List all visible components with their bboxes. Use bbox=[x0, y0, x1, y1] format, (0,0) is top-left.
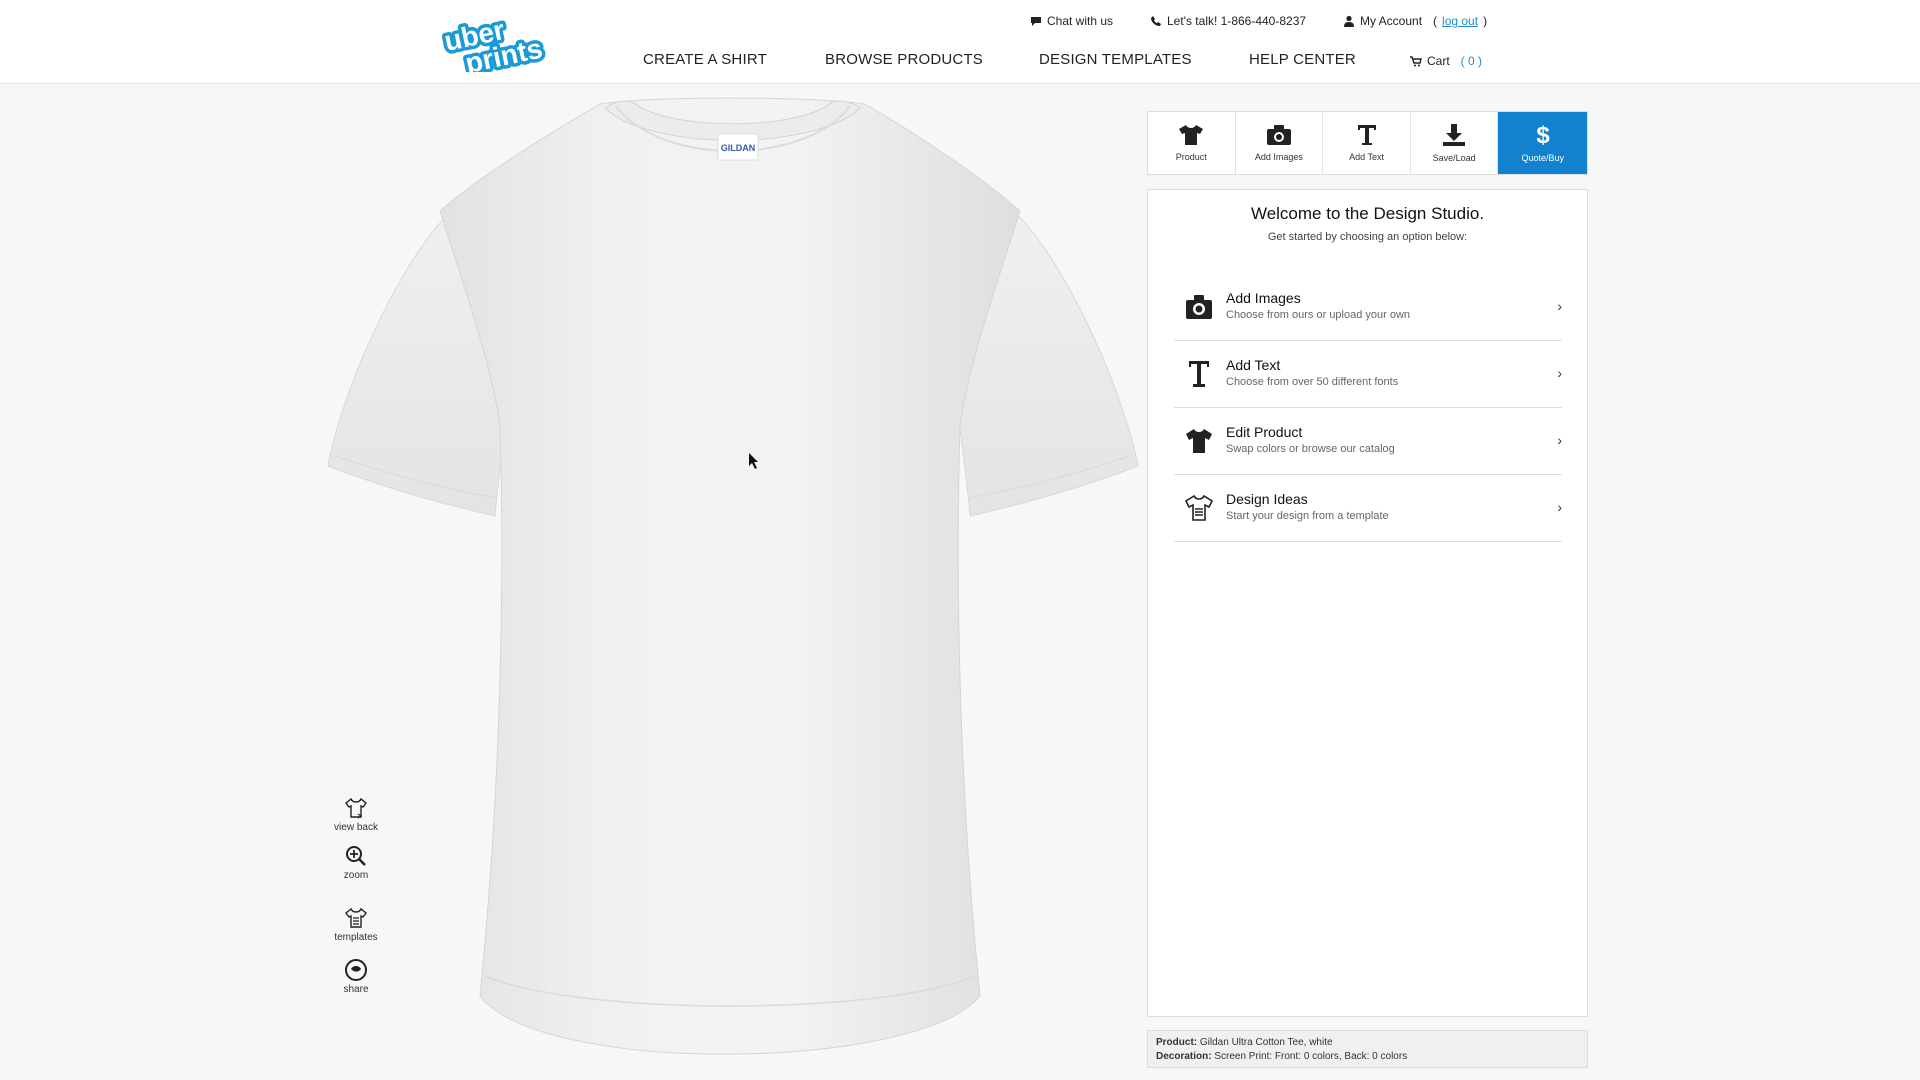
toolbar-product-label: Product bbox=[1175, 152, 1207, 162]
phone-label: Let's talk! 1-866-440-8237 bbox=[1167, 14, 1307, 28]
cart-label: Cart bbox=[1427, 54, 1450, 68]
share-label: share bbox=[343, 984, 369, 995]
cart-icon bbox=[1410, 55, 1422, 66]
cart-count: ( 0 ) bbox=[1460, 54, 1483, 68]
design-toolbar: Product Add Images Add Text Save/Load $ … bbox=[1147, 111, 1588, 175]
toolbar-quote-buy-label: Quote/Buy bbox=[1521, 153, 1564, 163]
toolbar-save-load-label: Save/Load bbox=[1432, 153, 1476, 163]
toolbar-save-load-button[interactable]: Save/Load bbox=[1411, 112, 1499, 174]
templates-label: templates bbox=[334, 932, 378, 943]
logout-open-paren: ( bbox=[1433, 14, 1438, 28]
option-edit-product[interactable]: Edit Product Swap colors or browse our c… bbox=[1174, 408, 1562, 475]
toolbar-add-images-button[interactable]: Add Images bbox=[1236, 112, 1324, 174]
zoom-label: zoom bbox=[343, 870, 369, 881]
option-title: Edit Product bbox=[1226, 424, 1303, 440]
my-account-label: My Account bbox=[1360, 14, 1423, 28]
nav-design-templates[interactable]: DESIGN TEMPLATES bbox=[1039, 51, 1192, 68]
tshirt-preview[interactable]: GILDAN bbox=[320, 96, 1140, 1076]
options-list: Add Images Choose from ours or upload yo… bbox=[1174, 274, 1562, 542]
chat-link[interactable]: Chat with us bbox=[1030, 14, 1113, 28]
nav-create-a-shirt[interactable]: CREATE A SHIRT bbox=[643, 51, 767, 68]
shirt-body bbox=[439, 97, 1021, 1055]
text-icon bbox=[1184, 359, 1214, 389]
toolbar-add-text-label: Add Text bbox=[1349, 152, 1384, 162]
option-title: Add Text bbox=[1226, 357, 1281, 373]
product-info-box: Product: Gildan Ultra Cotton Tee, white … bbox=[1147, 1030, 1588, 1068]
option-description: Start your design from a template bbox=[1226, 510, 1389, 522]
camera-icon bbox=[1266, 125, 1291, 145]
zoom-button[interactable]: zoom bbox=[326, 844, 386, 881]
option-description: Choose from over 50 different fonts bbox=[1226, 376, 1399, 388]
zoom-icon bbox=[346, 846, 366, 866]
share-icon bbox=[345, 959, 367, 981]
tshirt-icon bbox=[1179, 125, 1204, 145]
decoration-value: Screen Print: Front: 0 colors, Back: 0 c… bbox=[1214, 1051, 1408, 1062]
decoration-label: Decoration: bbox=[1156, 1051, 1212, 1062]
option-design-ideas[interactable]: Design Ideas Start your design from a te… bbox=[1174, 475, 1562, 542]
product-value: Gildan Ultra Cotton Tee, white bbox=[1199, 1037, 1333, 1048]
templates-button[interactable]: templates bbox=[326, 906, 386, 943]
toolbar-product-button[interactable]: Product bbox=[1148, 112, 1236, 174]
option-title: Design Ideas bbox=[1226, 491, 1308, 507]
option-description: Choose from ours or upload your own bbox=[1226, 309, 1411, 321]
share-button[interactable]: share bbox=[326, 958, 386, 995]
my-account-link[interactable]: My Account ( log out) bbox=[1343, 14, 1487, 28]
view-back-label: view back bbox=[334, 822, 378, 833]
tshirt-icon bbox=[1184, 426, 1214, 456]
uberprints-logo[interactable]: uber uber prints prints bbox=[440, 12, 558, 72]
logout-link[interactable]: log out bbox=[1442, 14, 1478, 28]
shirt-back-icon bbox=[345, 797, 367, 819]
nav-help-center[interactable]: HELP CENTER bbox=[1249, 51, 1356, 68]
text-icon bbox=[1357, 125, 1376, 145]
svg-text:$: $ bbox=[1536, 123, 1550, 147]
chat-bubble-icon bbox=[1031, 17, 1041, 26]
nav-browse-products[interactable]: BROWSE PRODUCTS bbox=[825, 51, 983, 68]
site-header: uber uber prints prints Chat with us Let… bbox=[0, 0, 1920, 84]
logout-close-paren: ) bbox=[1483, 14, 1488, 28]
product-label: Product: bbox=[1156, 1037, 1198, 1048]
option-add-images[interactable]: Add Images Choose from ours or upload yo… bbox=[1174, 274, 1562, 341]
templates-icon bbox=[1184, 493, 1214, 523]
option-title: Add Images bbox=[1226, 290, 1301, 306]
camera-icon bbox=[1184, 292, 1214, 322]
product-line: Product: Gildan Ultra Cotton Tee, white bbox=[1156, 1036, 1579, 1050]
view-back-button[interactable]: view back bbox=[326, 796, 386, 833]
chat-label: Chat with us bbox=[1047, 14, 1114, 28]
user-icon bbox=[1344, 15, 1354, 27]
templates-icon bbox=[345, 907, 367, 928]
chevron-right-icon: › bbox=[1557, 365, 1562, 381]
panel-subtitle: Get started by choosing an option below: bbox=[1267, 231, 1468, 243]
cart-link[interactable]: Cart ( 0 ) bbox=[1410, 54, 1482, 68]
option-add-text[interactable]: Add Text Choose from over 50 different f… bbox=[1174, 341, 1562, 408]
design-studio-panel: Welcome to the Design Studio. Get starte… bbox=[1147, 189, 1588, 1017]
download-icon bbox=[1443, 124, 1466, 146]
option-description: Swap colors or browse our catalog bbox=[1226, 443, 1395, 455]
shirt-tag-text: GILDAN bbox=[721, 143, 756, 153]
dollar-icon: $ bbox=[1536, 123, 1550, 147]
chevron-right-icon: › bbox=[1557, 432, 1562, 448]
decoration-line: Decoration: Screen Print: Front: 0 color… bbox=[1156, 1050, 1579, 1064]
chevron-right-icon: › bbox=[1557, 499, 1562, 515]
toolbar-add-text-button[interactable]: Add Text bbox=[1323, 112, 1411, 174]
toolbar-quote-buy-button[interactable]: $ Quote/Buy bbox=[1498, 112, 1588, 174]
phone-icon bbox=[1151, 16, 1161, 26]
chevron-right-icon: › bbox=[1557, 298, 1562, 314]
panel-title: Welcome to the Design Studio. bbox=[1250, 204, 1485, 223]
phone-link[interactable]: Let's talk! 1-866-440-8237 bbox=[1150, 14, 1306, 28]
toolbar-add-images-label: Add Images bbox=[1254, 152, 1303, 162]
